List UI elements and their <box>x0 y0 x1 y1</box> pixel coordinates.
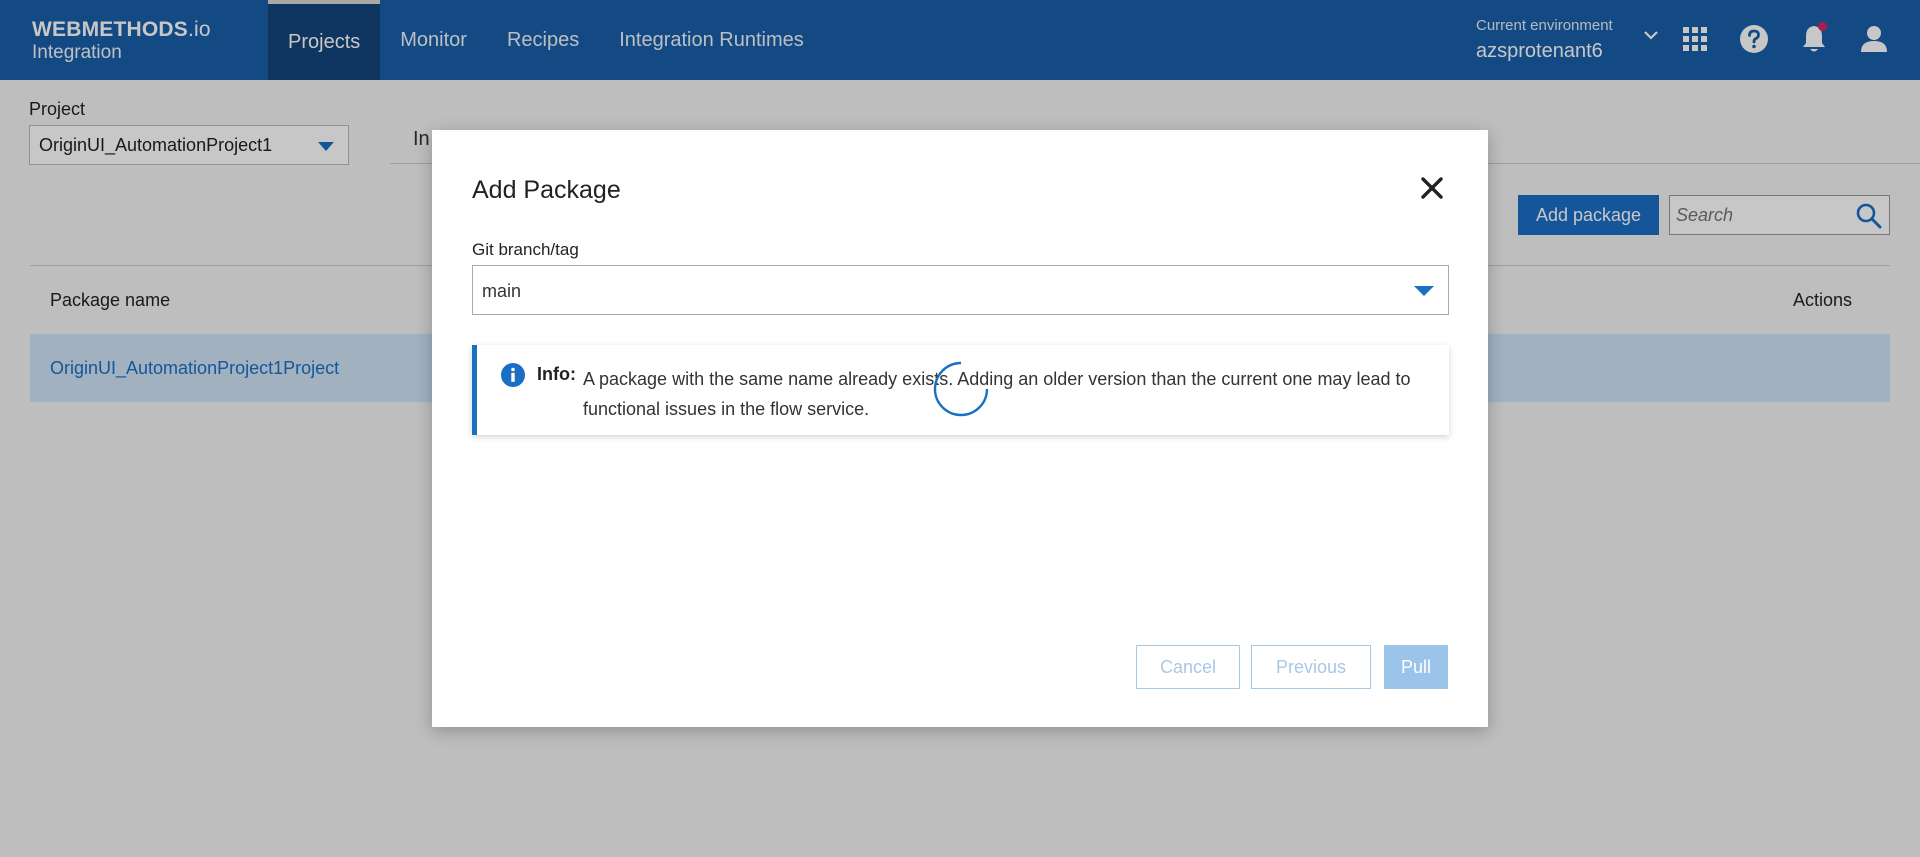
info-message: A package with the same name already exi… <box>583 369 1411 419</box>
info-icon <box>501 363 525 387</box>
loading-spinner-icon <box>933 361 989 417</box>
previous-button[interactable]: Previous <box>1251 645 1371 689</box>
add-package-dialog: Add Package Git branch/tag main Info: A … <box>432 130 1488 727</box>
branch-select-value: main <box>482 281 522 301</box>
cancel-button[interactable]: Cancel <box>1136 645 1240 689</box>
close-icon[interactable] <box>1418 174 1446 202</box>
pull-button[interactable]: Pull <box>1384 645 1448 689</box>
branch-label: Git branch/tag <box>472 240 579 259</box>
caret-down-icon <box>1414 286 1434 296</box>
info-tag: Info: <box>537 364 576 384</box>
dialog-title: Add Package <box>472 176 621 204</box>
branch-select[interactable]: main <box>472 265 1449 315</box>
